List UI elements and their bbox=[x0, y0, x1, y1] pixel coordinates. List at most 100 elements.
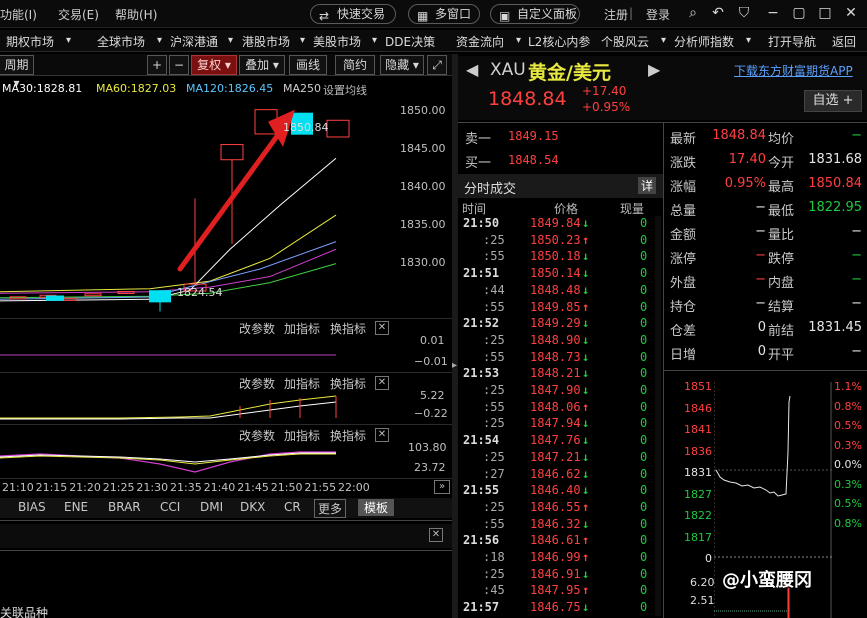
menu-help[interactable]: 帮助(H) bbox=[115, 6, 157, 23]
x-axis-tick: 21:25 bbox=[102, 481, 135, 494]
subpanel1-close-icon[interactable]: ✕ bbox=[375, 321, 389, 335]
mini-axis-pct-tick: 0.5% bbox=[834, 497, 862, 510]
tab-dmi[interactable]: DMI bbox=[200, 500, 223, 514]
subpanel2-param-button[interactable]: 改参数 bbox=[239, 375, 275, 392]
nav-hk-connect[interactable]: 沪深港通 bbox=[170, 33, 218, 50]
trade-time: 21:55 bbox=[463, 483, 500, 498]
trades-scrollbar[interactable] bbox=[655, 216, 661, 616]
simple-mode-button[interactable]: 简约 bbox=[335, 55, 375, 75]
tab-cci[interactable]: CCI bbox=[160, 500, 180, 514]
nav-us-stocks[interactable]: 美股市场 bbox=[313, 33, 361, 50]
subpanel1-tick-top: 0.01 bbox=[420, 334, 445, 347]
overlay-select[interactable]: 叠加 ▾ bbox=[239, 55, 285, 75]
mini-axis-pct-tick: 1.1% bbox=[834, 380, 862, 393]
arrow-up-icon: ↑ bbox=[582, 499, 590, 514]
trades-detail-button[interactable]: 详 bbox=[638, 177, 657, 194]
trades-list[interactable]: 21:50 1849.84 ↓ 0:25 1850.23 ↑ 0:55 1850.18 ↓ 0 21… bbox=[458, 216, 663, 618]
buy1-label: 买一 bbox=[465, 156, 492, 171]
add-watchlist-button[interactable]: 自选 + bbox=[804, 90, 862, 112]
trade-time: :25 bbox=[483, 232, 505, 247]
collapse-icon[interactable]: ✕ bbox=[429, 528, 443, 542]
tab-ene[interactable]: ENE bbox=[64, 500, 88, 514]
subpanel2-swap-button[interactable]: 换指标 bbox=[330, 375, 366, 392]
tab-dkx[interactable]: DKX bbox=[240, 500, 265, 514]
tab-brar[interactable]: BRAR bbox=[108, 500, 141, 514]
custom-panel-button[interactable]: ▣ 自定义面板 bbox=[490, 4, 580, 24]
nav-fund-flow[interactable]: 资金流向 bbox=[456, 33, 504, 50]
nav-options-market[interactable]: 期权市场 bbox=[6, 33, 54, 50]
hide-select[interactable]: 隐藏 ▾ bbox=[380, 55, 424, 75]
nav-back[interactable]: 返回 bbox=[832, 33, 856, 50]
draw-line-button[interactable]: 画线 bbox=[289, 55, 327, 75]
fullscreen-icon[interactable]: ⤢ bbox=[427, 55, 447, 75]
close-icon[interactable]: ✕ bbox=[842, 4, 860, 22]
template-button[interactable]: 模板 bbox=[358, 499, 395, 516]
subpanel3-param-button[interactable]: 改参数 bbox=[239, 427, 275, 444]
buy1-price: 1848.54 bbox=[508, 153, 559, 167]
quick-trade-button[interactable]: ⇄ 快速交易 bbox=[310, 4, 396, 24]
shirt-icon[interactable]: ⛉ bbox=[735, 4, 753, 22]
download-app-link[interactable]: 下载东方财富期货APP bbox=[734, 62, 853, 79]
stats-grid: 最新 1848.84 均价 − 涨跌 17.40 今开 1831.68 涨幅 0.95% 最高 185… bbox=[664, 124, 867, 368]
register-link[interactable]: 注册 bbox=[604, 6, 628, 23]
stat-value: 1831.68 bbox=[808, 152, 862, 167]
arrow-down-icon: ↓ bbox=[582, 366, 590, 381]
restore-icon[interactable]: ▢ bbox=[790, 4, 808, 22]
subpanel2-add-button[interactable]: 加指标 bbox=[284, 375, 320, 392]
nav-dde[interactable]: DDE决策 bbox=[385, 33, 435, 50]
subpanel1-add-button[interactable]: 加指标 bbox=[284, 320, 320, 337]
minimize-icon[interactable]: − bbox=[764, 4, 782, 22]
tab-bias[interactable]: BIAS bbox=[18, 500, 46, 514]
stat-label: 日增 bbox=[670, 348, 697, 363]
subpanel1-plot bbox=[0, 354, 336, 356]
stat-value: − bbox=[851, 296, 862, 311]
candle-chart[interactable] bbox=[0, 96, 452, 316]
nav-hk-stocks[interactable]: 港股市场 bbox=[242, 33, 290, 50]
trade-price: 1848.73 bbox=[530, 349, 581, 364]
stat-value: − bbox=[755, 296, 766, 311]
trade-price: 1849.85 bbox=[530, 299, 581, 314]
period-select[interactable]: 周期 ▾ bbox=[0, 55, 34, 90]
arrow-down-icon: ↓ bbox=[582, 249, 590, 264]
multi-window-button[interactable]: ▦ 多窗口 bbox=[408, 4, 480, 24]
more-tabs-button[interactable]: 更多 bbox=[314, 499, 347, 518]
mini-chart-right-axis: 1.1% 0.8% 0.5% 0.3% 0.0% 0.3% 0.5% 0.8% bbox=[832, 380, 867, 540]
divider bbox=[0, 520, 452, 521]
subpanel3-close-icon[interactable]: ✕ bbox=[375, 428, 389, 442]
subpanel1-tick-bottom: −0.01 bbox=[414, 355, 448, 368]
trade-volume: 0 bbox=[640, 299, 648, 314]
subpanel1-param-button[interactable]: 改参数 bbox=[239, 320, 275, 337]
trade-time: :27 bbox=[483, 466, 505, 481]
nav-stock-wind[interactable]: 个股风云 bbox=[601, 33, 649, 50]
nav-global-market[interactable]: 全球市场 bbox=[97, 33, 145, 50]
menu-function[interactable]: 功能(I) bbox=[0, 6, 37, 23]
zoom-in-button[interactable]: + bbox=[147, 55, 167, 75]
subpanel2-close-icon[interactable]: ✕ bbox=[375, 376, 389, 390]
prev-symbol-icon[interactable]: ◀ bbox=[466, 60, 478, 79]
subpanel3-add-button[interactable]: 加指标 bbox=[284, 427, 320, 444]
splitter-arrow-icon[interactable]: ▸ bbox=[452, 360, 457, 371]
search-icon[interactable]: ⌕ bbox=[684, 4, 702, 22]
trade-time: :55 bbox=[483, 349, 505, 364]
subpanel1-swap-button[interactable]: 换指标 bbox=[330, 320, 366, 337]
subpanel3-swap-button[interactable]: 换指标 bbox=[330, 427, 366, 444]
stat-label: 仓差 bbox=[670, 324, 697, 339]
nav-analyst-index[interactable]: 分析师指数 bbox=[674, 33, 734, 50]
zoom-out-button[interactable]: − bbox=[169, 55, 189, 75]
arrow-down-icon: ↓ bbox=[582, 383, 590, 397]
stat-value: 0 bbox=[757, 320, 766, 335]
trade-time: :45 bbox=[483, 583, 505, 598]
adjust-select[interactable]: 复权 ▾ bbox=[191, 55, 237, 75]
maximize-icon[interactable]: □ bbox=[816, 4, 834, 22]
tab-cr[interactable]: CR bbox=[284, 500, 301, 514]
scroll-right-icon[interactable]: » bbox=[434, 480, 450, 494]
undo-icon[interactable]: ↶ bbox=[709, 4, 727, 22]
x-axis-tick: 21:15 bbox=[35, 481, 68, 494]
login-link[interactable]: 登录 bbox=[646, 6, 670, 23]
nav-l2[interactable]: L2核心内参 bbox=[528, 33, 590, 50]
nav-open-navigation[interactable]: 打开导航 bbox=[768, 33, 816, 50]
next-symbol-icon[interactable]: ▶ bbox=[648, 60, 660, 79]
menu-trade[interactable]: 交易(E) bbox=[58, 6, 99, 23]
trade-price: 1849.29 bbox=[530, 316, 581, 331]
trade-volume: 0 bbox=[640, 266, 648, 281]
